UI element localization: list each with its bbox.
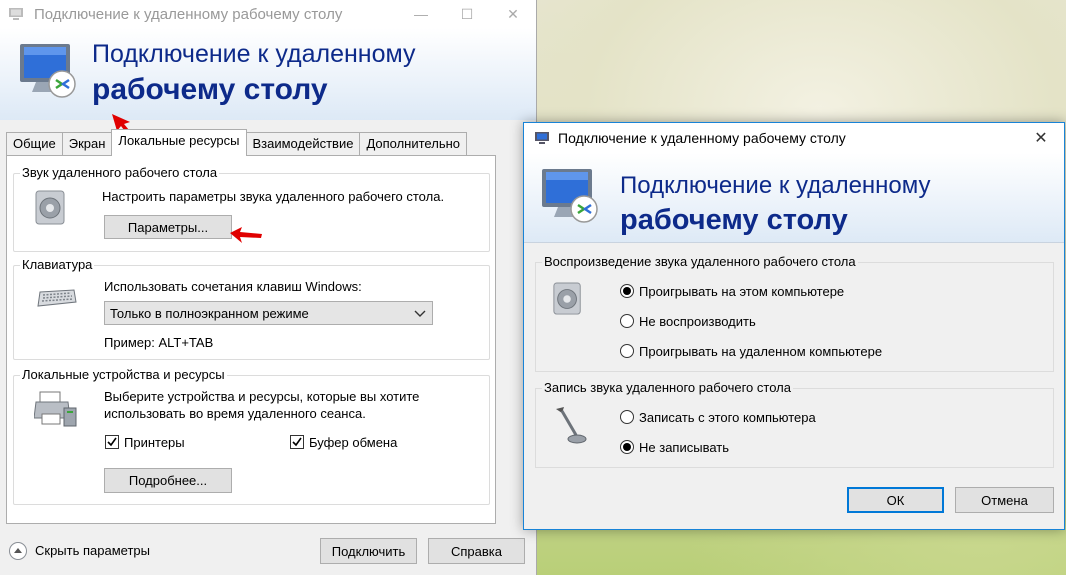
banner-title-line2: рабочему столу bbox=[92, 73, 328, 106]
keyboard-example: Пример: ALT+TAB bbox=[104, 335, 214, 350]
connect-button[interactable]: Подключить bbox=[320, 538, 417, 564]
printers-label[interactable]: Принтеры bbox=[124, 435, 185, 450]
dialog-title: Подключение к удаленному рабочему столу bbox=[558, 130, 846, 146]
play-on-this-computer-label[interactable]: Проигрывать на этом компьютере bbox=[639, 284, 844, 299]
keyboard-group-legend: Клавиатура bbox=[20, 257, 95, 272]
dropdown-selected-value: Только в полноэкранном режиме bbox=[110, 305, 309, 321]
clipboard-checkbox[interactable] bbox=[290, 435, 304, 449]
chevron-down-icon bbox=[414, 310, 426, 317]
local-devices-group-legend: Локальные устройства и ресурсы bbox=[20, 367, 227, 382]
tab-advanced[interactable]: Дополнительно bbox=[359, 132, 468, 155]
tab-strip: Общие Экран Локальные ресурсы Взаимодейс… bbox=[6, 129, 468, 156]
help-button[interactable]: Справка bbox=[428, 538, 525, 564]
audio-description: Настроить параметры звука удаленного раб… bbox=[102, 189, 445, 204]
keyboard-description: Использовать сочетания клавиш Windows: bbox=[104, 279, 362, 294]
maximize-button[interactable]: ☐ bbox=[444, 0, 490, 28]
local-resources-panel: Звук удаленного рабочего стола Настроить… bbox=[6, 155, 496, 524]
tab-general[interactable]: Общие bbox=[6, 132, 63, 155]
playback-group-legend: Воспроизведение звука удаленного рабочег… bbox=[542, 254, 858, 269]
recording-group: Запись звука удаленного рабочего стола З… bbox=[535, 380, 1054, 468]
keyboard-group: Клавиатура Использовать сочетания клавиш… bbox=[13, 257, 490, 360]
dialog-banner-title-line1: Подключение к удаленному bbox=[620, 172, 931, 199]
collapse-up-icon[interactable] bbox=[8, 541, 28, 561]
local-devices-group: Локальные устройства и ресурсы Выберите … bbox=[13, 367, 490, 505]
printers-checkbox[interactable] bbox=[105, 435, 119, 449]
printer-devices-icon bbox=[34, 391, 77, 427]
do-not-play-radio[interactable] bbox=[620, 314, 634, 328]
tab-experience[interactable]: Взаимодействие bbox=[245, 132, 361, 155]
playback-group: Воспроизведение звука удаленного рабочег… bbox=[535, 254, 1054, 372]
keyboard-icon bbox=[37, 289, 77, 307]
window-title: Подключение к удаленному рабочему столу bbox=[34, 5, 343, 23]
play-on-this-computer-radio[interactable] bbox=[620, 284, 634, 298]
more-devices-button[interactable]: Подробнее... bbox=[104, 468, 232, 493]
checkmark-icon bbox=[292, 437, 302, 447]
ok-button[interactable]: ОК bbox=[847, 487, 944, 513]
hide-options-link[interactable]: Скрыть параметры bbox=[35, 543, 150, 558]
remote-desktop-monitor-icon bbox=[542, 169, 598, 223]
banner: Подключение к удаленному рабочему столу bbox=[0, 28, 536, 120]
cancel-button[interactable]: Отмена bbox=[955, 487, 1054, 513]
dialog-title-bar: Подключение к удаленному рабочему столу … bbox=[524, 123, 1064, 154]
tab-display[interactable]: Экран bbox=[61, 132, 113, 155]
microphone-icon bbox=[556, 407, 587, 444]
main-window: Подключение к удаленному рабочему столу … bbox=[0, 0, 537, 575]
dialog-banner-title-line2: рабочему столу bbox=[620, 204, 848, 236]
devices-description-line2: использовать во время удаленного сеанса. bbox=[104, 406, 366, 421]
checkmark-icon bbox=[107, 437, 117, 447]
annotation-arrow-button bbox=[230, 227, 262, 243]
speaker-icon bbox=[553, 282, 581, 315]
do-not-record-label[interactable]: Не записывать bbox=[639, 440, 729, 455]
do-not-record-radio[interactable] bbox=[620, 440, 634, 454]
clipboard-label[interactable]: Буфер обмена bbox=[309, 435, 397, 450]
audio-settings-dialog: Подключение к удаленному рабочему столу … bbox=[523, 122, 1065, 530]
close-button[interactable]: ✕ bbox=[490, 0, 536, 28]
windows-key-combinations-dropdown[interactable]: Только в полноэкранном режиме bbox=[104, 301, 433, 325]
rdp-app-icon bbox=[535, 132, 549, 144]
play-on-remote-computer-radio[interactable] bbox=[620, 344, 634, 358]
record-from-this-computer-label[interactable]: Записать с этого компьютера bbox=[639, 410, 816, 425]
recording-group-legend: Запись звука удаленного рабочего стола bbox=[542, 380, 793, 395]
play-on-remote-computer-label[interactable]: Проигрывать на удаленном компьютере bbox=[639, 344, 882, 359]
tab-local-resources[interactable]: Локальные ресурсы bbox=[111, 129, 247, 156]
record-from-this-computer-radio[interactable] bbox=[620, 410, 634, 424]
remote-desktop-monitor-icon bbox=[20, 44, 76, 98]
title-bar: Подключение к удаленному рабочему столу … bbox=[0, 0, 536, 28]
audio-group-legend: Звук удаленного рабочего стола bbox=[20, 165, 220, 180]
dialog-banner: Подключение к удаленному рабочему столу bbox=[524, 153, 1064, 243]
minimize-button[interactable]: — bbox=[398, 0, 444, 28]
devices-description-line1: Выберите устройства и ресурсы, которые в… bbox=[104, 389, 420, 404]
rdp-app-icon bbox=[9, 8, 23, 20]
do-not-play-label[interactable]: Не воспроизводить bbox=[639, 314, 756, 329]
banner-title-line1: Подключение к удаленному bbox=[92, 40, 416, 68]
dialog-close-button[interactable]: ✕ bbox=[1018, 124, 1064, 152]
speaker-icon bbox=[35, 190, 65, 225]
audio-settings-button[interactable]: Параметры... bbox=[104, 215, 232, 239]
